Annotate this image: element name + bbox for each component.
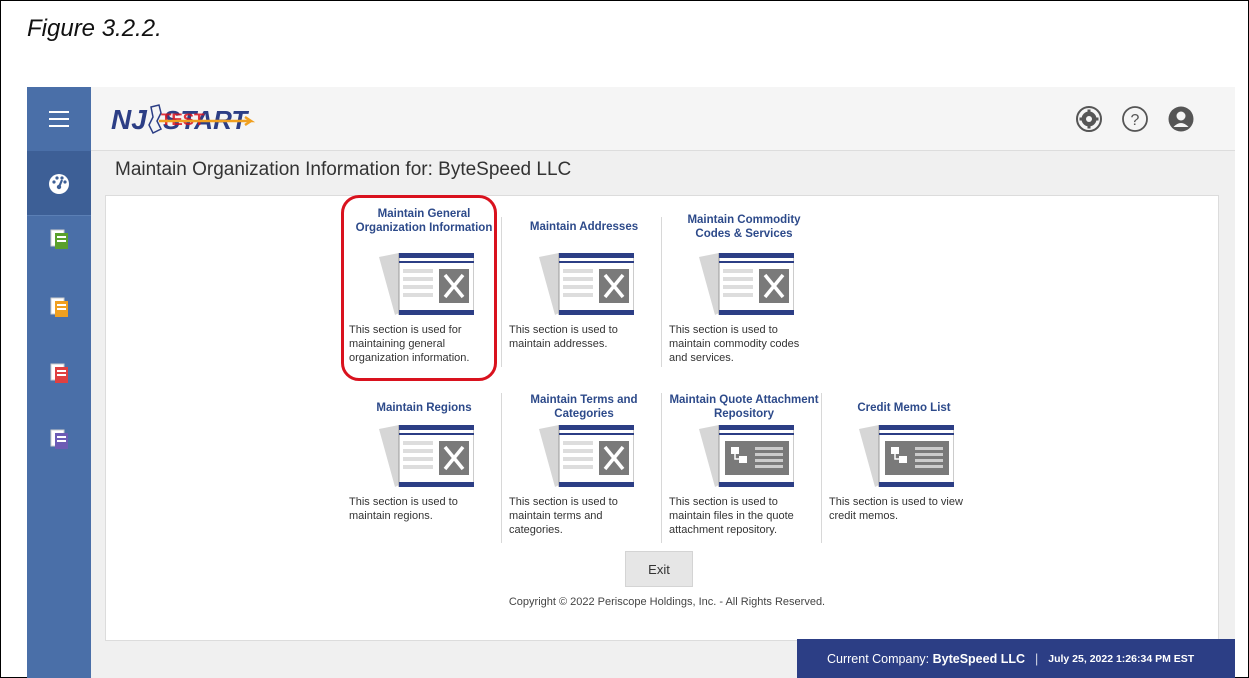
top-bar: NJ START TEST ? [91, 87, 1235, 151]
config-tools-icon [379, 425, 474, 487]
app-window: NJ START TEST ? Maintain Organization In… [27, 87, 1235, 678]
tile-title: Maintain Commodity Codes & Services [687, 214, 801, 240]
help-question-icon[interactable]: ? [1121, 105, 1149, 133]
menu-icon[interactable] [27, 87, 91, 151]
tile-description: This section is used to maintain commodi… [669, 324, 800, 364]
highlight-annotation [341, 195, 497, 381]
tile-divider [501, 217, 502, 367]
tile-description: This section is used to maintain terms a… [509, 496, 618, 536]
tile-description: This section is used to view credit memo… [829, 496, 963, 522]
tile-title: Maintain Terms and Categories [530, 394, 638, 420]
tile-regions[interactable]: Maintain Regions This section is used to… [349, 387, 499, 547]
tile-divider [661, 217, 662, 367]
tile-title: Credit Memo List [857, 402, 951, 414]
tile-addresses[interactable]: Maintain Addresses This section is used … [509, 205, 659, 375]
tile-title: Maintain Quote Attachment Repository [669, 394, 819, 420]
figure-frame: Figure 3.2.2. NJ START TEST ? Maintain O… [0, 0, 1249, 678]
tile-divider [661, 393, 662, 543]
svg-text:NJ: NJ [111, 104, 148, 135]
current-company-label: Current Company: [827, 652, 930, 666]
status-separator: | [1035, 652, 1039, 666]
list-document-icon [699, 425, 794, 487]
current-company-name: ByteSpeed LLC [932, 652, 1025, 666]
tile-quote-attachment-repository[interactable]: Maintain Quote Attachment Repository Thi… [669, 387, 819, 547]
tile-description: This section is used to maintain regions… [349, 496, 458, 522]
tile-commodity-codes[interactable]: Maintain Commodity Codes & Services This… [669, 205, 819, 375]
dashboard-icon[interactable] [27, 151, 91, 215]
tile-description: This section is used to maintain files i… [669, 496, 794, 536]
list-document-icon [859, 425, 954, 487]
status-bar: Current Company: ByteSpeed LLC | July 25… [797, 639, 1235, 678]
orange-document-icon[interactable] [27, 275, 91, 339]
tile-divider [501, 393, 502, 543]
tile-divider [821, 393, 822, 543]
njstart-logo[interactable]: NJ START TEST [111, 99, 281, 139]
config-tools-icon [699, 253, 794, 315]
copyright-text: Copyright © 2022 Periscope Holdings, Inc… [508, 596, 826, 608]
page-title: Maintain Organization Information for: B… [115, 159, 572, 180]
tile-terms-categories[interactable]: Maintain Terms and Categories This secti… [509, 387, 659, 547]
settings-gear-icon[interactable] [1075, 105, 1103, 133]
tile-description: This section is used to maintain address… [509, 324, 618, 350]
red-document-icon[interactable] [27, 341, 91, 405]
user-profile-icon[interactable] [1167, 105, 1195, 133]
config-tools-icon [539, 253, 634, 315]
tile-credit-memo-list[interactable]: Credit Memo List This section is used to… [829, 387, 979, 547]
config-tools-icon [539, 425, 634, 487]
green-document-icon[interactable] [27, 207, 91, 271]
exit-button[interactable]: Exit [625, 551, 693, 587]
tile-title: Maintain Addresses [529, 221, 639, 233]
figure-caption: Figure 3.2.2. [27, 15, 162, 42]
svg-text:?: ? [1131, 112, 1140, 129]
status-datetime: July 25, 2022 1:26:34 PM EST [1048, 653, 1195, 665]
sidebar [27, 87, 91, 678]
purple-document-icon[interactable] [27, 407, 91, 471]
tile-title: Maintain Regions [376, 402, 472, 414]
svg-text:TEST: TEST [161, 110, 205, 129]
